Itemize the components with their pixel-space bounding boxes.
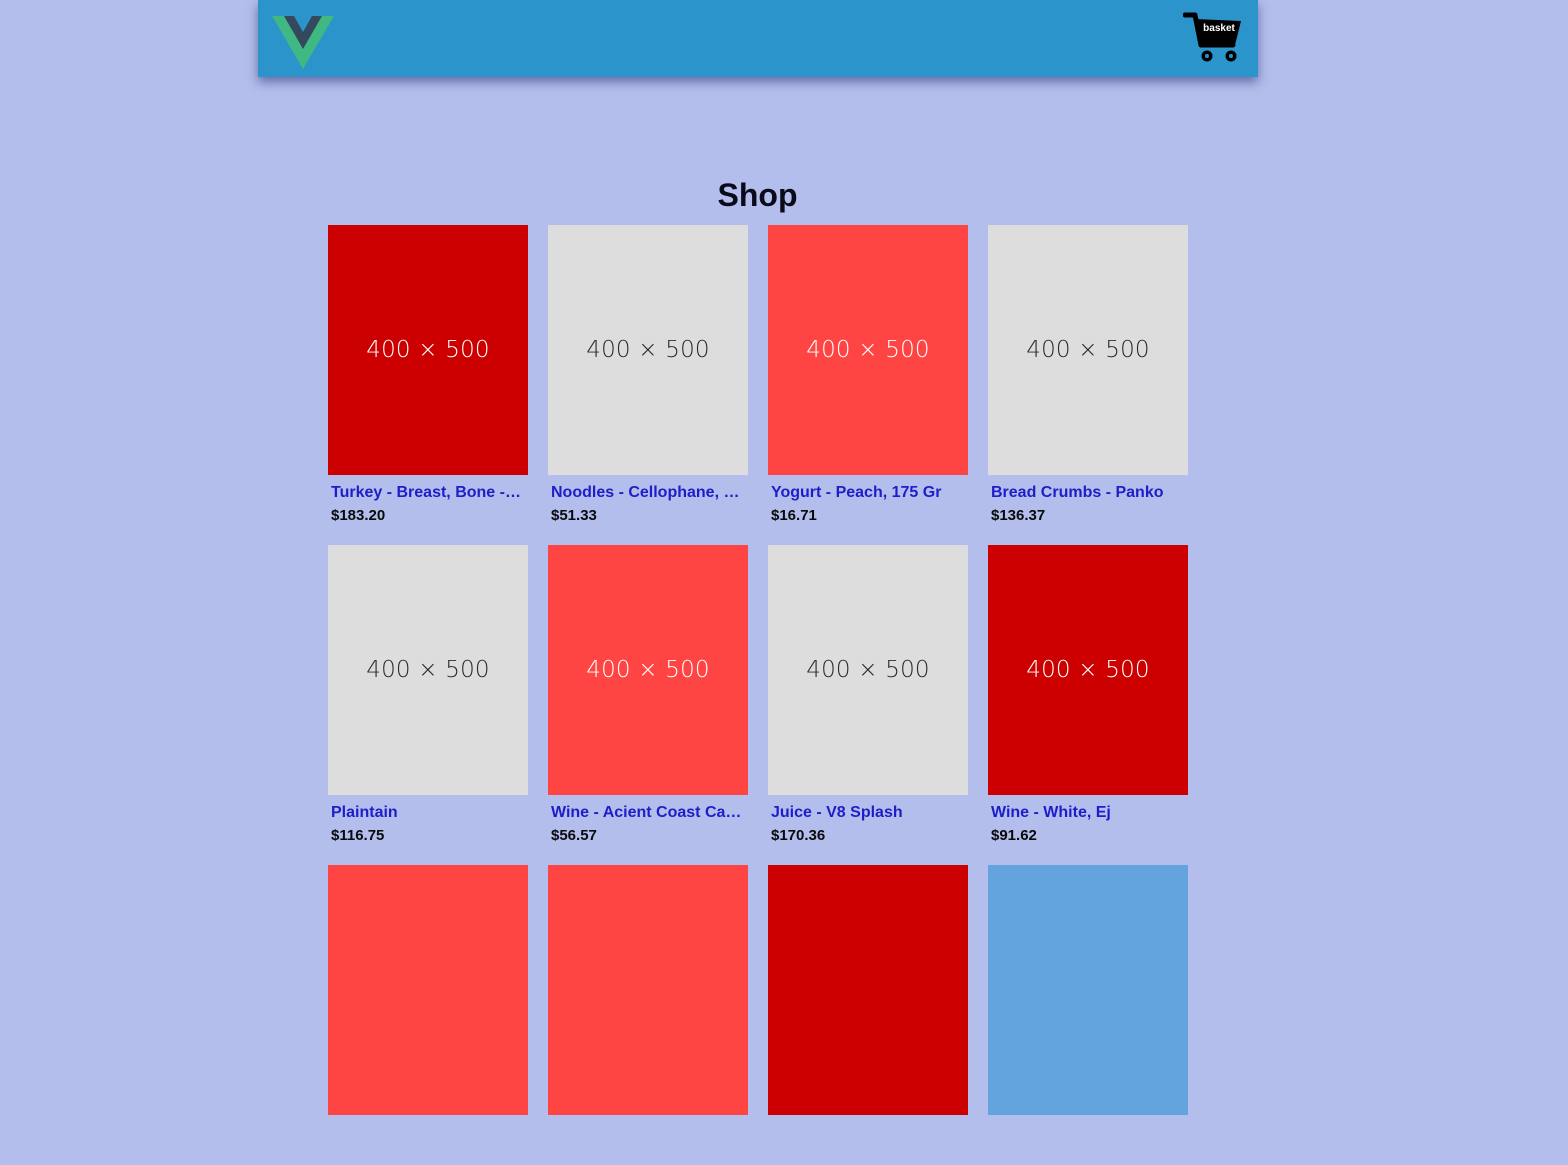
product-image-placeholder[interactable]: 400 × 500 (988, 545, 1188, 795)
product-image-placeholder[interactable]: 400 × 500 (328, 545, 528, 795)
product-image-placeholder[interactable]: 400 × 500 (548, 545, 748, 795)
product-name-link[interactable]: Bread Crumbs - Panko (991, 484, 1183, 502)
product-grid: 400 × 500 Turkey - Breast, Bone - In $18… (328, 225, 1188, 1165)
product-card[interactable] (328, 865, 528, 1165)
product-name-link[interactable]: Yogurt - Peach, 175 Gr (771, 484, 963, 502)
product-price: $170.36 (771, 827, 826, 844)
product-name-link[interactable]: Plaintain (331, 804, 523, 822)
product-name-link[interactable]: Wine - White, Ej (991, 804, 1183, 822)
product-card[interactable]: 400 × 500 Bread Crumbs - Panko $136.37 (988, 225, 1188, 525)
product-price: $51.33 (551, 507, 597, 524)
product-image-placeholder[interactable] (768, 865, 968, 1115)
product-price: $91.62 (991, 827, 1037, 844)
product-name-link[interactable]: Noodles - Cellophane, Thin (551, 484, 743, 502)
product-image-placeholder[interactable]: 400 × 500 (988, 225, 1188, 475)
product-price: $183.20 (331, 507, 386, 524)
product-card[interactable]: 400 × 500 Juice - V8 Splash $170.36 (768, 545, 968, 845)
shopping-cart-icon (1183, 12, 1241, 62)
product-name-link[interactable]: Wine - Acient Coast Caberne (551, 804, 743, 822)
product-price: $16.71 (771, 507, 817, 524)
product-card[interactable]: 400 × 500 Turkey - Breast, Bone - In $18… (328, 225, 528, 525)
product-image-placeholder[interactable]: 400 × 500 (768, 225, 968, 475)
basket-label: basket (1203, 23, 1235, 34)
product-card[interactable] (548, 865, 748, 1165)
product-card[interactable] (768, 865, 968, 1165)
product-card[interactable]: 400 × 500 Wine - Acient Coast Caberne $5… (548, 545, 748, 845)
product-image-placeholder[interactable]: 400 × 500 (768, 545, 968, 795)
product-name-link[interactable]: Juice - V8 Splash (771, 804, 963, 822)
product-card[interactable]: 400 × 500 Yogurt - Peach, 175 Gr $16.71 (768, 225, 968, 525)
product-card[interactable] (988, 865, 1188, 1165)
product-price: $56.57 (551, 827, 597, 844)
page-title: Shop (717, 177, 798, 213)
product-image-placeholder[interactable] (548, 865, 748, 1115)
basket-button[interactable]: basket (1183, 11, 1243, 65)
product-image-placeholder[interactable] (328, 865, 528, 1115)
product-price: $136.37 (991, 507, 1046, 524)
product-card[interactable]: 400 × 500 Plaintain $116.75 (328, 545, 528, 845)
product-name-link[interactable]: Turkey - Breast, Bone - In (331, 484, 523, 502)
top-nav-bar: basket (258, 0, 1258, 77)
product-image-placeholder[interactable] (988, 865, 1188, 1115)
product-card[interactable]: 400 × 500 Wine - White, Ej $91.62 (988, 545, 1188, 845)
vue-logo-icon[interactable] (272, 16, 334, 70)
product-image-placeholder[interactable]: 400 × 500 (548, 225, 748, 475)
product-price: $116.75 (331, 827, 385, 844)
product-card[interactable]: 400 × 500 Noodles - Cellophane, Thin $51… (548, 225, 748, 525)
product-image-placeholder[interactable]: 400 × 500 (328, 225, 528, 475)
